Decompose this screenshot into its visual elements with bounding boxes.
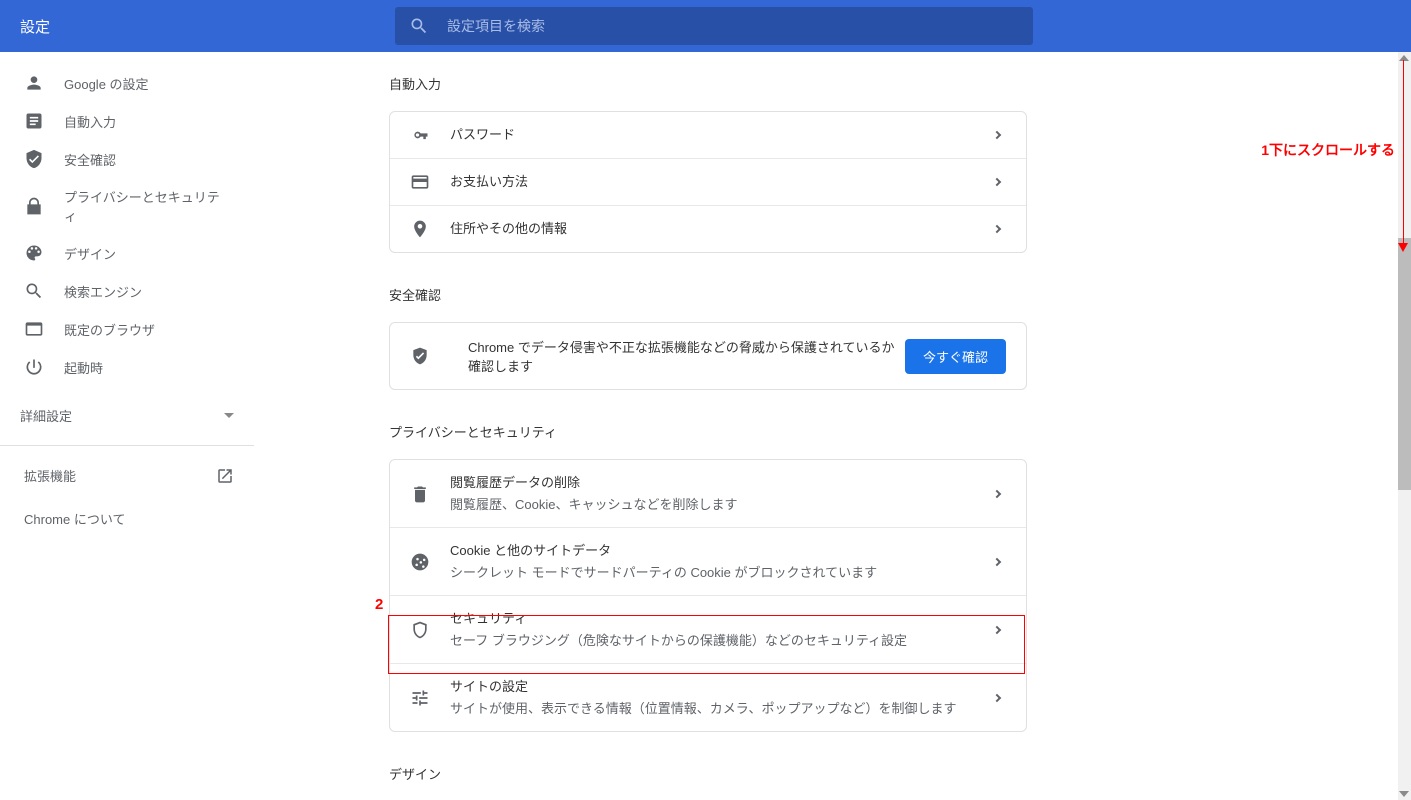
sidebar-item-label: デザイン [64,244,116,263]
search-icon [24,281,44,301]
search-icon [409,16,429,36]
row-sublabel: 閲覧履歴、Cookie、キャッシュなどを削除します [450,495,994,515]
section-title: デザイン [389,764,1411,783]
sidebar-item-browser[interactable]: 既定のブラウザ [0,310,254,348]
section-title: プライバシーとセキュリティ [389,422,1411,441]
main-content: 自動入力 パスワード お支払い方法 住所やその他の情報 [254,52,1411,800]
row-sublabel: シークレット モードでサードパーティの Cookie がブロックされています [450,563,994,583]
sidebar-advanced[interactable]: 詳細設定 [0,394,254,437]
row-label: サイトの設定 [450,677,994,697]
safety-text: Chrome でデータ侵害や不正な拡張機能などの脅威から保護されているか確認しま… [468,337,905,375]
sidebar-item-label: 検索エンジン [64,282,142,301]
row-passwords[interactable]: パスワード [390,112,1026,159]
sidebar-item-safety[interactable]: 安全確認 [0,140,254,178]
tune-icon [410,688,430,708]
annotation-2: 2 [375,596,383,613]
row-cookies[interactable]: Cookie と他のサイトデータ シークレット モードでサードパーティの Coo… [390,528,1026,596]
row-sublabel: サイトが使用、表示できる情報（位置情報、カメラ、ポップアップなど）を制御します [450,699,994,719]
row-security[interactable]: セキュリティ セーフ ブラウジング（危険なサイトからの保護機能）などのセキュリテ… [390,596,1026,664]
section-safety: 安全確認 Chrome でデータ侵害や不正な拡張機能などの脅威から保護されている… [389,285,1411,390]
chevron-right-icon [993,131,1001,139]
annotation-1: 1下にスクロールする [1261,140,1395,160]
autofill-panel: パスワード お支払い方法 住所やその他の情報 [389,111,1027,253]
section-title: 安全確認 [389,285,1411,304]
scroll-up-icon[interactable] [1399,55,1409,61]
header: 設定 [0,0,1411,52]
row-label: 住所やその他の情報 [450,219,994,239]
row-payment[interactable]: お支払い方法 [390,159,1026,206]
launch-icon [216,467,234,485]
safety-panel: Chrome でデータ侵害や不正な拡張機能などの脅威から保護されているか確認しま… [389,322,1027,390]
shield-check-icon [410,346,430,366]
chevron-right-icon [993,693,1001,701]
row-sublabel: セーフ ブラウジング（危険なサイトからの保護機能）などのセキュリティ設定 [450,631,994,651]
chevron-right-icon [993,178,1001,186]
privacy-panel: 閲覧履歴データの削除 閲覧履歴、Cookie、キャッシュなどを削除します Coo… [389,459,1027,732]
row-label: パスワード [450,125,994,145]
scroll-down-icon[interactable] [1399,791,1409,797]
location-icon [410,219,430,239]
row-label: お支払い方法 [450,172,994,192]
sidebar-item-design[interactable]: デザイン [0,234,254,272]
chevron-right-icon [993,489,1001,497]
chevron-right-icon [993,225,1001,233]
chevron-down-icon [224,413,234,418]
sidebar-item-label: 起動時 [64,358,103,377]
row-label: Cookie と他のサイトデータ [450,541,994,561]
chevron-right-icon [993,625,1001,633]
palette-icon [24,243,44,263]
annotation-arrow [1402,60,1404,250]
sidebar-item-label: 安全確認 [64,150,116,169]
sidebar-item-label: 自動入力 [64,112,116,131]
power-icon [24,357,44,377]
sidebar-item-privacy[interactable]: プライバシーとセキュリティ [0,178,254,234]
sidebar-about-label: Chrome について [24,509,125,528]
trash-icon [410,484,430,504]
section-privacy: プライバシーとセキュリティ 閲覧履歴データの削除 閲覧履歴、Cookie、キャッ… [389,422,1411,732]
lock-icon [24,196,44,216]
security-icon [410,620,430,640]
autofill-icon [24,111,44,131]
sidebar-about[interactable]: Chrome について [0,497,254,540]
sidebar-advanced-label: 詳細設定 [20,406,72,425]
row-addresses[interactable]: 住所やその他の情報 [390,206,1026,252]
sidebar-item-label: Google の設定 [64,74,149,93]
row-clear-data[interactable]: 閲覧履歴データの削除 閲覧履歴、Cookie、キャッシュなどを削除します [390,460,1026,528]
check-now-button[interactable]: 今すぐ確認 [905,339,1006,374]
search-input[interactable] [447,18,1019,34]
person-icon [24,73,44,93]
chevron-right-icon [993,557,1001,565]
scrollbar-thumb[interactable] [1398,238,1411,490]
section-design: デザイン テーマ Chrome ウェブストアを開きます [389,764,1411,800]
cookie-icon [410,552,430,572]
row-label: 閲覧履歴データの削除 [450,473,994,493]
card-icon [410,172,430,192]
section-title: 自動入力 [389,74,1411,93]
sidebar-item-label: プライバシーとセキュリティ [64,187,230,225]
row-site-settings[interactable]: サイトの設定 サイトが使用、表示できる情報（位置情報、カメラ、ポップアップなど）… [390,664,1026,731]
section-autofill: 自動入力 パスワード お支払い方法 住所やその他の情報 [389,74,1411,253]
sidebar-item-label: 既定のブラウザ [64,320,155,339]
browser-icon [24,319,44,339]
sidebar-extensions-label: 拡張機能 [24,466,76,485]
shield-icon [24,149,44,169]
sidebar-item-startup[interactable]: 起動時 [0,348,254,386]
sidebar: Google の設定 自動入力 安全確認 プライバシーとセキュリティ デザイン … [0,52,254,800]
key-icon [410,125,430,145]
header-title: 設定 [20,16,50,37]
sidebar-item-autofill[interactable]: 自動入力 [0,102,254,140]
sidebar-item-search[interactable]: 検索エンジン [0,272,254,310]
row-label: セキュリティ [450,609,994,629]
sidebar-extensions[interactable]: 拡張機能 [0,454,254,497]
sidebar-item-google[interactable]: Google の設定 [0,64,254,102]
search-container[interactable] [395,7,1033,45]
